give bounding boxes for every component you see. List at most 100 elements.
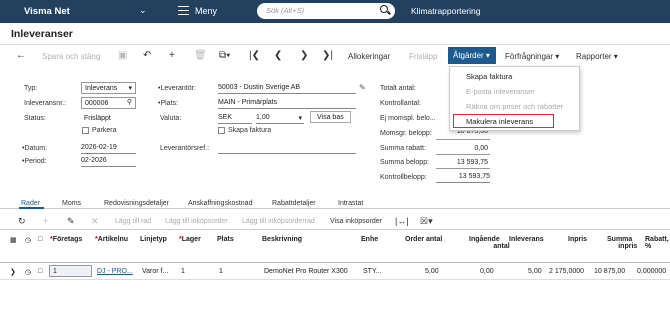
allokeringar-button[interactable]: Allokeringar — [348, 52, 390, 61]
col-order-antal[interactable]: Order antal — [405, 236, 442, 243]
col-foretags[interactable]: *Företags — [50, 236, 82, 243]
save-icon[interactable]: ▣ — [118, 50, 127, 61]
note-icon: □ — [38, 236, 43, 243]
lagg-till-inkopsorderrad-button[interactable]: Lägg till inköpsorderrad — [242, 218, 315, 225]
divider — [0, 44, 670, 45]
chevron-down-icon[interactable]: ⌄ — [139, 5, 147, 16]
tab-redovisningsdetaljer[interactable]: Redovisningsdetaljer — [104, 200, 169, 207]
leverantor-input[interactable]: 50003 - Dustin Sverige AB — [218, 83, 356, 94]
col-lager[interactable]: *Lager — [179, 236, 201, 243]
tab-rader[interactable]: Rader — [21, 200, 40, 207]
cell-artikelnu[interactable]: DJ - PRO... — [97, 268, 133, 275]
cell-inpris[interactable]: 2 175,0000 — [549, 268, 584, 275]
undo-icon[interactable]: ↶ — [143, 50, 151, 61]
chevron-down-icon: ▾ — [128, 85, 132, 92]
menu-item-eposta[interactable]: E-posta inleveranser — [466, 87, 535, 96]
refresh-icon[interactable]: ↻ — [18, 216, 26, 227]
levref-input[interactable] — [218, 143, 356, 154]
hamburger-icon[interactable] — [178, 6, 189, 15]
visa-inkopsorder-button[interactable]: Visa inköpsorder — [330, 218, 382, 225]
edit-icon[interactable]: ✎ — [359, 83, 366, 92]
inlevnr-label: Inleveransnr.: — [24, 100, 67, 107]
forfragningar-menu[interactable]: Förfrågningar ▾ — [505, 52, 559, 61]
save-close-button[interactable]: Spara och stäng — [42, 52, 100, 61]
col-rabatt[interactable]: Rabatt, % — [645, 236, 670, 250]
first-record-icon[interactable]: |❮ — [249, 50, 260, 61]
cell-beskrivning[interactable]: DemoNet Pro Router X300 — [264, 268, 348, 275]
datum-label: •Datum: — [22, 145, 48, 152]
cell-inleverans[interactable]: 5,00 — [528, 268, 542, 275]
col-inpris[interactable]: Inpris — [568, 236, 587, 243]
brand-name[interactable]: Visma Net — [24, 6, 70, 17]
col-inleverans[interactable]: Inleverans — [509, 236, 544, 243]
lagg-till-inkopsorder-button[interactable]: Lägg till inköpsorder — [165, 218, 228, 225]
note-icon[interactable]: □ — [38, 268, 42, 275]
last-record-icon[interactable]: ❯| — [322, 50, 333, 61]
tab-rabattdetaljer[interactable]: Rabattdetaljer — [272, 200, 316, 207]
col-artikelnu-label: Artikelnu — [97, 236, 129, 243]
klimat-link[interactable]: Klimatrapportering — [411, 6, 480, 16]
cell-order-antal[interactable]: 5,00 — [425, 268, 439, 275]
add-icon[interactable]: + — [169, 50, 175, 61]
atgarder-menu-button[interactable]: Åtgärder ▾ — [448, 47, 496, 64]
cell-summa[interactable]: 10 875,00 — [594, 268, 625, 275]
divider — [436, 154, 490, 155]
kontrollbelopp-input[interactable]: 13 593,75 — [436, 172, 490, 183]
skapa-faktura-checkbox[interactable] — [218, 127, 225, 134]
search-input[interactable]: Sök (Alt+S) — [257, 3, 395, 19]
col-lager-label: Lager — [181, 236, 201, 243]
cell-lager[interactable]: 1 — [181, 268, 185, 275]
kurs-input[interactable]: 1,00 ▾ — [256, 113, 304, 124]
col-summa-inpris[interactable]: Summa inpris — [607, 236, 637, 250]
cell-enhet[interactable]: STY... — [363, 268, 382, 275]
tab-intrastat[interactable]: Intrastat — [338, 200, 363, 207]
kurs-value: 1,00 — [256, 114, 270, 121]
remove-icon[interactable]: ✕ — [91, 216, 99, 227]
col-plats[interactable]: Plats — [217, 236, 234, 243]
ej-momspl-label: Ej momspl. belo... — [380, 115, 436, 122]
chevron-down-icon: ▾ — [298, 115, 302, 122]
valuta-input[interactable]: SEK — [218, 113, 252, 124]
cell-foretags[interactable]: 1 — [49, 265, 92, 277]
visa-bas-button[interactable]: Visa bas — [310, 111, 351, 123]
typ-select[interactable]: Inleverans ▾ — [81, 82, 136, 94]
col-enhet[interactable]: Enhe — [361, 236, 378, 243]
copy-icon[interactable]: ⧉▾ — [219, 50, 230, 61]
tab-anskaffningskostnad[interactable]: Anskaffningskostnad — [188, 200, 252, 207]
menu-button[interactable]: Meny — [195, 6, 217, 16]
period-input[interactable]: 02-2026 — [81, 156, 136, 167]
col-linjetyp[interactable]: Linjetyp — [140, 236, 167, 243]
attachment-icon: ◷ — [25, 237, 32, 244]
rapporter-menu[interactable]: Rapporter ▾ — [576, 52, 618, 61]
row-expander-icon[interactable]: ❯ — [10, 268, 16, 276]
tab-moms[interactable]: Moms — [62, 200, 81, 207]
datum-input[interactable]: 2026-02-19 — [81, 143, 136, 154]
menu-item-rakna-om[interactable]: Räkna om priser och rabatter — [466, 102, 563, 111]
delete-icon[interactable]: 🗑 — [194, 50, 207, 61]
frislapp-button[interactable]: Frisläpp — [409, 52, 437, 61]
cell-linjetyp[interactable]: Varor f... — [142, 268, 168, 275]
back-icon[interactable]: ← — [16, 50, 26, 61]
search-icon[interactable]: ⚲ — [127, 98, 132, 106]
kontrollbelopp-label: Kontrollbelopp: — [380, 174, 427, 181]
summa-rabatt-label: Summa rabatt: — [380, 145, 426, 152]
add-row-icon[interactable]: + — [43, 216, 48, 226]
col-beskrivning[interactable]: Beskrivning — [262, 236, 302, 243]
export-excel-icon[interactable]: ☒▾ — [420, 216, 433, 227]
plats-input[interactable]: MAIN - Primärplats — [218, 98, 356, 109]
next-record-icon[interactable]: ❯ — [300, 50, 308, 61]
cell-rabatt[interactable]: 0,000000 — [637, 268, 666, 275]
cell-plats[interactable]: 1 — [219, 268, 223, 275]
edit-icon[interactable]: ✎ — [67, 216, 75, 227]
search-icon[interactable] — [380, 5, 388, 13]
columns-icon[interactable]: ▦ — [10, 236, 17, 244]
col-ingaende[interactable]: Ingående antal — [469, 236, 510, 250]
prev-record-icon[interactable]: ❮ — [274, 50, 282, 61]
inlevnr-input[interactable]: 000006 ⚲ — [81, 97, 136, 109]
parkera-checkbox[interactable] — [82, 127, 89, 134]
menu-item-skapa-faktura[interactable]: Skapa faktura — [466, 72, 512, 81]
lagg-till-rad-button[interactable]: Lägg till rad — [115, 218, 151, 225]
col-artikelnu[interactable]: *Artikelnu — [95, 236, 128, 243]
cell-ingaende[interactable]: 0,00 — [480, 268, 494, 275]
fit-columns-icon[interactable]: |↔| — [395, 216, 409, 226]
